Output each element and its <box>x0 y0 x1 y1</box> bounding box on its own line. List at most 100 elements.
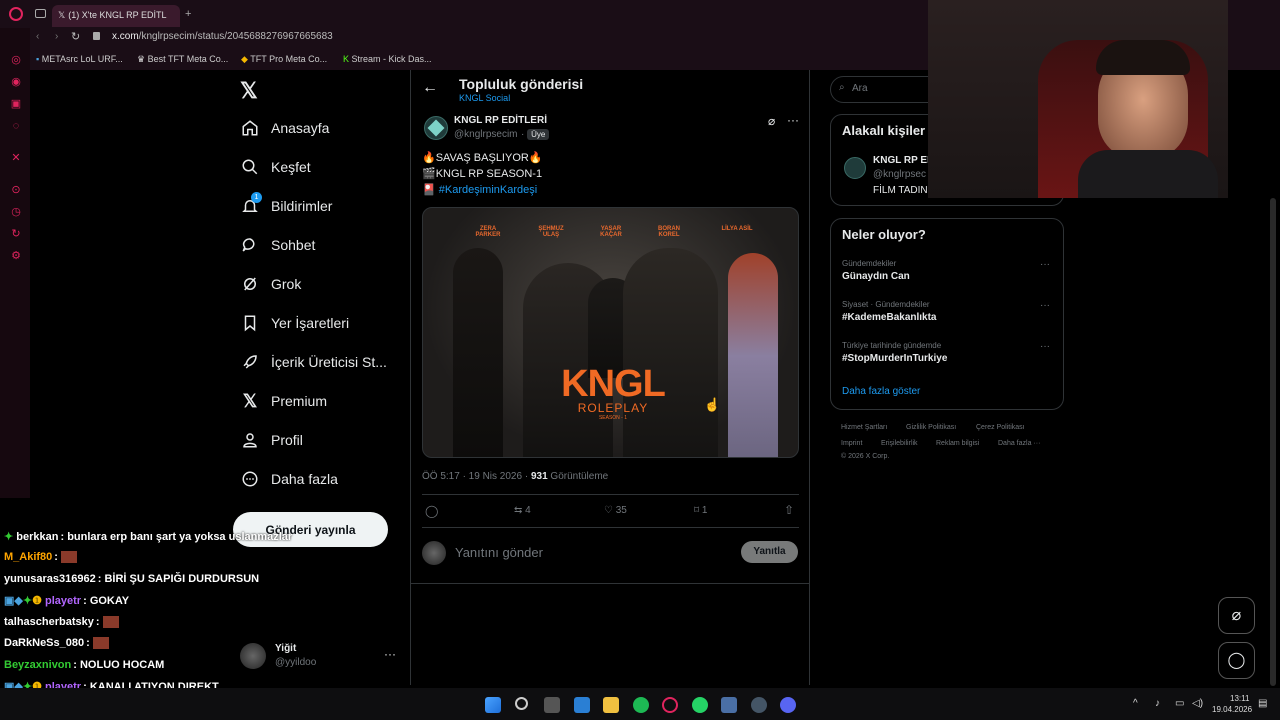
bookmark-best-tft[interactable]: ♛ Best TFT Meta Co... <box>137 54 228 65</box>
twitch-icon[interactable]: ▣ <box>10 98 22 110</box>
tray-chevron-icon[interactable]: ^ <box>1133 698 1138 709</box>
spotify-icon[interactable] <box>633 697 649 713</box>
reply-button[interactable]: Yanıtla <box>741 541 798 563</box>
lock-icon <box>93 32 100 40</box>
grok-fab[interactable]: ⌀ <box>1218 597 1255 634</box>
chat-line: Beyzaxnivon: NOLUO HOCAM <box>4 659 165 671</box>
poster-name-2: ŞEHMUZ ULAŞ <box>538 226 564 238</box>
reply-input[interactable]: Yanıtını gönder <box>455 545 543 560</box>
scrollbar[interactable] <box>1270 198 1276 686</box>
opera-taskbar-icon[interactable] <box>662 697 678 713</box>
post-image[interactable]: ZERA PARKER ŞEHMUZ ULAŞ YAŞAR KAÇAR BORA… <box>422 207 799 458</box>
store-icon[interactable] <box>544 697 560 713</box>
trend-title-3[interactable]: #StopMurderInTurkiye <box>842 353 947 364</box>
like-button[interactable]: ♡ 35 <box>604 505 627 516</box>
settings-icon[interactable]: ⚙ <box>10 250 22 262</box>
messenger-icon[interactable]: ◉ <box>10 76 22 88</box>
account-menu-icon[interactable]: ··· <box>384 647 396 661</box>
author-avatar[interactable] <box>424 116 448 140</box>
app-icon[interactable] <box>721 697 737 713</box>
nav-chat[interactable]: Sohbet <box>240 235 315 255</box>
sync-icon[interactable]: ↻ <box>10 228 22 240</box>
trend-title-1[interactable]: Günaydın Can <box>842 271 910 282</box>
footer-imprint[interactable]: Imprint <box>841 440 862 447</box>
folder-icon[interactable] <box>603 697 619 713</box>
aria-icon[interactable]: ◎ <box>10 54 22 66</box>
x-sidebar-icon[interactable]: ✕ <box>10 152 22 164</box>
reply-icon[interactable]: ◯ <box>425 504 438 518</box>
messages-fab[interactable]: ◯ <box>1218 642 1255 679</box>
trend-context-2: Siyaset · Gündemdekiler <box>842 300 930 309</box>
trend-more-icon[interactable]: ··· <box>1040 259 1050 270</box>
trend-more-icon[interactable]: ··· <box>1040 300 1050 311</box>
poster-figure-right <box>728 253 778 457</box>
related-avatar[interactable] <box>844 157 866 179</box>
x-logo-icon[interactable]: 𝕏 <box>240 78 258 104</box>
discord-icon[interactable] <box>780 697 796 713</box>
forward-arrow-icon[interactable]: › <box>55 31 58 42</box>
whatsapp-icon[interactable]: ◌ <box>10 120 22 132</box>
community-name[interactable]: KNGL Social <box>459 93 510 103</box>
volume-icon[interactable]: ◁) <box>1192 698 1203 709</box>
back-button[interactable]: ← <box>422 79 438 97</box>
bookmark-icon <box>240 313 260 333</box>
nav-creator-studio[interactable]: İçerik Üreticisi St... <box>240 352 387 372</box>
back-arrow-icon[interactable]: ‹ <box>36 31 39 42</box>
network-icon[interactable]: ▭ <box>1175 698 1184 709</box>
reload-icon[interactable]: ↻ <box>71 30 80 43</box>
chat-line: talhascherbatsky: <box>4 616 119 629</box>
share-icon[interactable]: ⇧ <box>784 503 794 517</box>
nav-notifications[interactable]: 1 Bildirimler <box>240 192 332 216</box>
chat-line: ✦ berkkan: bunlara erp banı şart ya yoks… <box>4 531 293 543</box>
emote-icon <box>102 616 119 629</box>
nav-profile[interactable]: Profil <box>240 430 303 450</box>
bookmark-kick[interactable]: K Stream - Kick Das... <box>343 54 432 64</box>
notification-icon[interactable]: ▤ <box>1258 698 1267 709</box>
footer-terms[interactable]: Hizmet Şartları <box>841 424 887 431</box>
browser-tab[interactable]: 𝕏 (1) X'te KNGL RP EDİTL <box>52 5 180 27</box>
grok-post-icon[interactable]: ⌀ <box>768 114 775 128</box>
trend-title-2[interactable]: #KademeBakanlıkta <box>842 312 937 323</box>
steam-icon[interactable] <box>751 697 767 713</box>
history-icon[interactable]: ◷ <box>10 206 22 218</box>
nav-home[interactable]: Anasayfa <box>240 118 329 138</box>
opera-icon[interactable] <box>9 7 23 21</box>
footer-ads[interactable]: Reklam bilgisi <box>936 440 979 447</box>
clock-date[interactable]: 19.04.2026 <box>1212 705 1252 714</box>
nav-more[interactable]: Daha fazla <box>240 469 338 489</box>
trend-more-icon[interactable]: ··· <box>1040 341 1050 352</box>
url-field[interactable]: x.com/knglrpsecim/status/204568827696766… <box>112 31 333 42</box>
bookmark-button[interactable]: ⌑ 1 <box>694 505 707 516</box>
start-icon[interactable] <box>485 697 501 713</box>
search-taskbar-icon[interactable] <box>515 697 528 710</box>
hashtag-link[interactable]: #KardeşiminKardeşi <box>439 184 537 196</box>
webcam-overlay <box>928 0 1228 198</box>
show-more-link[interactable]: Daha fazla göster <box>842 386 920 397</box>
tabs-icon[interactable] <box>35 9 46 18</box>
footer-cookies[interactable]: Çerez Politikası <box>976 424 1025 431</box>
account-avatar[interactable] <box>240 643 266 669</box>
clock-time[interactable]: 13:11 <box>1230 694 1249 703</box>
poster-season: SEASON - 1 <box>598 415 628 421</box>
nav-premium[interactable]: 𝕏 Premium <box>240 391 327 411</box>
retweet-button[interactable]: ⇆ 4 <box>514 505 531 516</box>
bookmark-metasrc[interactable]: ▪ METAsrc LoL URF... <box>36 54 123 64</box>
bookmark-tft-pro[interactable]: ◆ TFT Pro Meta Co... <box>241 54 327 65</box>
footer-more[interactable]: Daha fazla ··· <box>998 440 1040 447</box>
author-handle[interactable]: @knglrpsecim <box>454 129 518 140</box>
footer-accessibility[interactable]: Erişilebilirlik <box>881 440 918 447</box>
mail-icon[interactable] <box>574 697 590 713</box>
reply-avatar <box>422 541 446 565</box>
whatsapp-taskbar-icon[interactable] <box>692 697 708 713</box>
heart-icon: ♡ <box>604 505 613 516</box>
nav-explore[interactable]: Keşfet <box>240 157 311 177</box>
footer-privacy[interactable]: Gizlilik Politikası <box>906 424 956 431</box>
mic-icon[interactable]: ♪ <box>1155 698 1160 709</box>
player-icon[interactable]: ⊙ <box>10 184 22 196</box>
nav-bookmarks[interactable]: Yer İşaretleri <box>240 313 349 333</box>
author-name[interactable]: KNGL RP EDİTLERİ <box>454 115 547 126</box>
footer-copyright: © 2026 X Corp. <box>841 453 890 460</box>
nav-grok[interactable]: Grok <box>240 274 301 294</box>
post-more-icon[interactable]: ··· <box>787 113 799 127</box>
new-tab-icon[interactable]: + <box>185 8 191 20</box>
